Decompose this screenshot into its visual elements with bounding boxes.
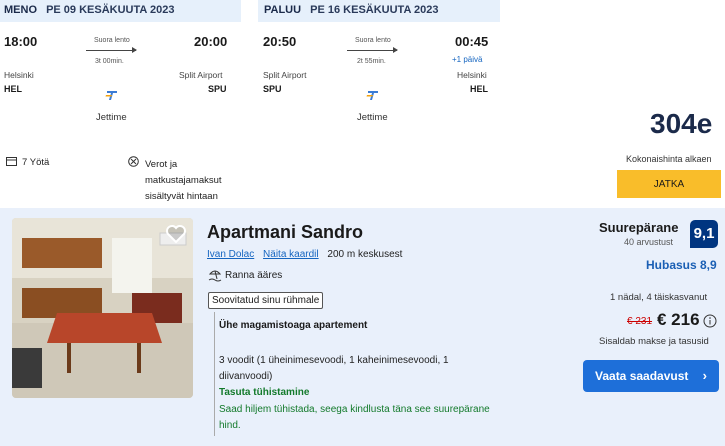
outbound-header-key: MENO — [4, 4, 37, 16]
review-count[interactable]: 40 arvustust — [624, 237, 673, 247]
return-header: PALUU PE 16 KESÄKUUTA 2023 — [258, 0, 500, 22]
package-price: 304e — [650, 108, 713, 139]
location-link[interactable]: Ivan Dolac — [207, 249, 254, 260]
favorite-heart-icon[interactable] — [164, 222, 188, 246]
taxes-note: Verot ja matkustajamaksut sisältyvät hin… — [145, 157, 222, 205]
return-depart-code: SPU — [263, 84, 282, 94]
cancellation-note: Saad hiljem tühistada, seega kindlusta t… — [219, 402, 490, 434]
outbound-direct-label: Suora lento — [94, 37, 130, 44]
room-type: Ühe magamistoaga apartement — [219, 320, 368, 331]
price-label: Kokonaishinta alkaen — [626, 154, 712, 164]
taxes-line: sisältyvät hintaan — [145, 191, 218, 202]
return-header-key: PALUU — [264, 4, 302, 16]
show-on-map-link[interactable]: Näita kaardil — [263, 249, 319, 260]
outbound-arrive-time: 20:00 — [194, 34, 228, 49]
return-arrive-code: HEL — [470, 84, 488, 94]
cancel-line: hind. — [219, 420, 241, 431]
return-arrow-icon — [347, 47, 398, 53]
outbound-arrive-code: SPU — [208, 84, 227, 94]
nights-label: 7 Yötä — [22, 157, 50, 168]
taxes-line: Verot ja — [145, 159, 178, 170]
return-airline: Jettime — [357, 112, 388, 123]
beds-line: diivanvoodi) — [219, 371, 273, 382]
hotel-name[interactable]: Apartmani Sandro — [207, 222, 363, 243]
taxes-info-icon — [128, 156, 139, 167]
taxes-included-note: Sisaldab makse ja tasusid — [599, 336, 709, 347]
stay-info: 1 nädal, 4 täiskasvanut — [610, 292, 708, 303]
return-direct-label: Suora lento — [355, 37, 391, 44]
outbound-depart-code: HEL — [4, 84, 22, 94]
distance-from-center: 200 m keskusest — [327, 249, 403, 260]
return-arrive-time: 00:45 — [455, 34, 489, 49]
current-price: € 216 — [657, 310, 700, 329]
beach-icon — [208, 270, 222, 282]
cancel-line: Saad hiljem tühistada, seega kindlusta t… — [219, 404, 490, 415]
outbound-depart-time: 18:00 — [4, 34, 38, 49]
continue-button[interactable]: JATKA — [617, 170, 721, 198]
view-availability-label: Vaata saadavust — [595, 369, 689, 383]
taxes-line: matkustajamaksut — [145, 175, 222, 186]
calendar-icon — [6, 157, 17, 166]
review-score-badge: 9,1 — [690, 220, 718, 248]
outbound-header: MENO PE 09 KESÄKUUTA 2023 — [0, 0, 241, 22]
outbound-depart-city: Helsinki — [4, 70, 34, 80]
return-depart-time: 20:50 — [263, 34, 297, 49]
outbound-duration: 3t 00min. — [95, 58, 124, 65]
return-next-day: +1 päivä — [452, 55, 483, 64]
beds-info: 3 voodit (1 üheinimesevoodi, 1 kaheinime… — [219, 353, 449, 385]
flight-summary: MENO PE 09 KESÄKUUTA 2023 PALUU PE 16 KE… — [0, 0, 725, 208]
hotel-card[interactable]: Apartmani Sandro Ivan Dolac Näita kaardi… — [0, 208, 725, 446]
room-divider — [214, 312, 215, 436]
outbound-arrow-icon — [86, 47, 137, 53]
chevron-right-icon: › — [702, 368, 707, 383]
comfort-score: Hubasus 8,9 — [646, 258, 717, 272]
beach-label: Ranna ääres — [225, 270, 283, 281]
hotel-location-row: Ivan Dolac Näita kaardil 200 m keskusest — [207, 249, 402, 260]
return-header-date: PE 16 KESÄKUUTA 2023 — [310, 4, 439, 16]
return-duration: 2t 55min. — [357, 58, 386, 65]
free-cancellation: Tasuta tühistamine — [219, 387, 310, 398]
old-price: € 231 — [627, 316, 653, 327]
outbound-arrive-city: Split Airport — [179, 70, 223, 80]
airline-logo-icon — [105, 91, 117, 100]
rating-word: Suurepärane — [599, 220, 679, 235]
view-availability-button[interactable]: Vaata saadavust › — [583, 360, 719, 392]
outbound-header-date: PE 09 KESÄKUUTA 2023 — [46, 4, 175, 16]
return-depart-city: Split Airport — [263, 70, 307, 80]
beds-line: 3 voodit (1 üheinimesevoodi, 1 kaheinime… — [219, 355, 449, 366]
airline-logo-icon — [366, 91, 378, 100]
return-arrive-city: Helsinki — [457, 70, 487, 80]
recommended-tag: Soovitatud sinu rühmale — [208, 292, 324, 309]
outbound-airline: Jettime — [96, 112, 127, 123]
price-info-icon[interactable] — [703, 314, 717, 328]
